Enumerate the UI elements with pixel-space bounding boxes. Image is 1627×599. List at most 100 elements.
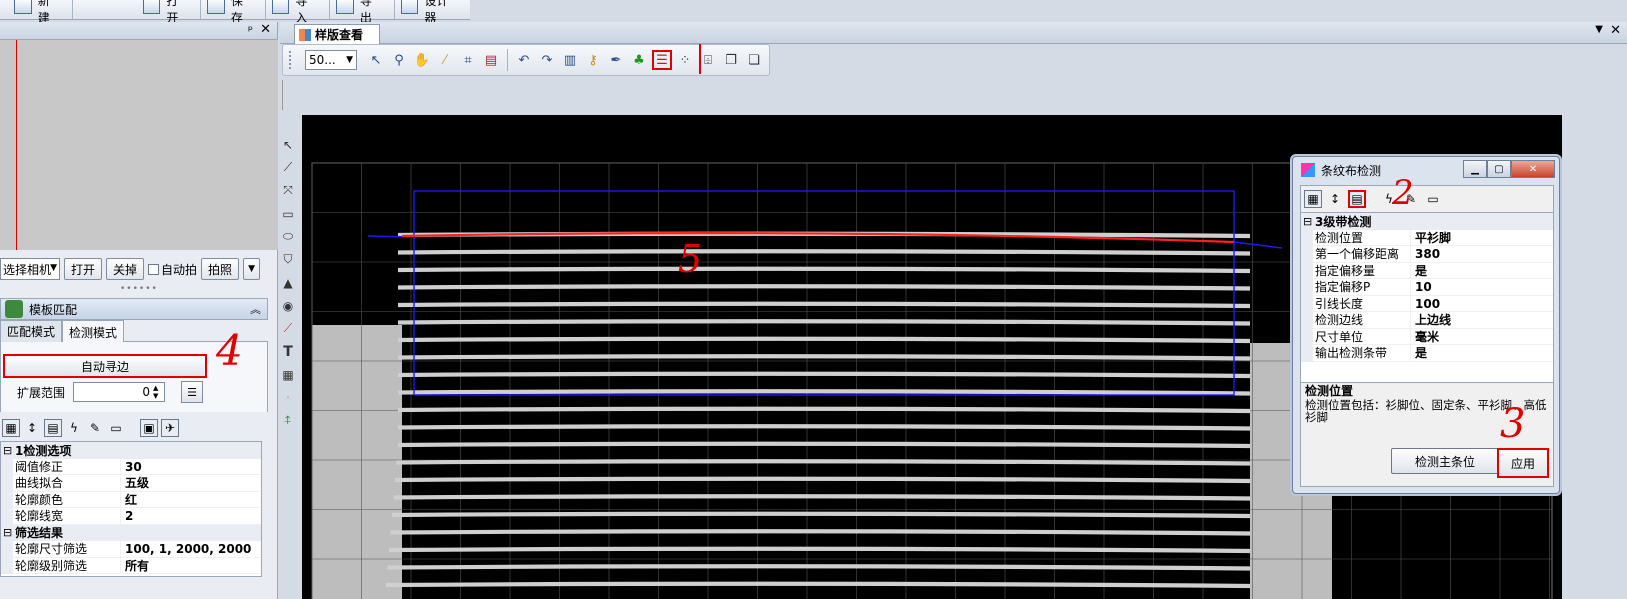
grid-dots-icon[interactable]: ⁘ [675, 50, 695, 70]
wrench-icon[interactable]: ✎ [86, 419, 104, 437]
apply-button[interactable]: 应用 [1497, 448, 1549, 478]
ellipse-icon[interactable]: ⬭ [279, 228, 297, 245]
expand-range-input[interactable]: 0 [73, 382, 165, 402]
property-value[interactable]: 100, 1, 2000, 2000 [121, 541, 261, 558]
undo-icon[interactable]: ↶ [514, 50, 534, 70]
pen-icon[interactable]: ✒ [606, 50, 626, 70]
collapse-icon[interactable]: ⊟ [3, 444, 13, 457]
designer-button[interactable]: 设计器 [395, 0, 470, 25]
pin-config-icon[interactable]: ✈ [161, 419, 179, 437]
camera-select[interactable]: 选择相机 ▼ [0, 258, 60, 280]
camera-close-button[interactable]: 关掉 [106, 258, 145, 280]
properties-icon[interactable]: ▤ [44, 419, 62, 437]
save-button[interactable]: 保存 [201, 0, 266, 25]
property-row[interactable]: 尺寸单位 毫米 [1301, 328, 1553, 345]
export-button[interactable]: 导出 [330, 0, 395, 25]
stripe-detect-icon[interactable]: ☰ [652, 50, 672, 70]
dialog-titlebar[interactable]: 条纹布检测 ▁ ▢ ✕ [1293, 157, 1559, 183]
property-value[interactable]: 380 [1411, 246, 1553, 263]
property-value[interactable]: 上边线 [1411, 312, 1553, 329]
splitter-grip[interactable]: •••••• [120, 284, 158, 294]
category-stripe-detect[interactable]: ⊟ 3级带检测 [1301, 213, 1553, 230]
property-row[interactable]: 检测边线 上边线 [1301, 312, 1553, 329]
zoom-select[interactable]: 50... ▼ [305, 50, 357, 70]
property-row[interactable]: 阈值修正 30 [1, 458, 261, 475]
property-row[interactable]: 曲线拟合 五级 [1, 475, 261, 492]
property-value[interactable]: 10 [1411, 279, 1553, 296]
property-row[interactable]: 轮廓颜色红 [1, 491, 261, 508]
close-icon[interactable]: ✕ [260, 22, 271, 37]
node-icon[interactable]: ⍏ [279, 412, 297, 429]
measure-icon[interactable]: ⁄ [435, 50, 455, 70]
export-image-icon[interactable]: ❏ [744, 50, 764, 70]
pin-icon[interactable]: ᵖ [248, 23, 253, 37]
category-filter-results[interactable]: ⊟ 筛选结果 [1, 524, 261, 541]
auto-edge-button[interactable]: 自动寻边 [3, 354, 207, 378]
property-value[interactable]: 所有 [121, 558, 261, 574]
close-document-icon[interactable]: ✕ [1610, 23, 1621, 38]
pages-icon[interactable]: ▭ [107, 419, 125, 437]
events-icon[interactable]: ϟ [65, 419, 83, 437]
tab-list-dropdown-icon[interactable]: ▼ [1595, 24, 1603, 35]
tab-sample-view[interactable]: 样版查看 [294, 24, 380, 44]
collapse-chevron-icon[interactable]: ︽ [250, 301, 261, 317]
clear-icon[interactable]: ▤ [481, 50, 501, 70]
new-button[interactable]: 新建 [0, 0, 73, 25]
copy-image-icon[interactable]: ❐ [721, 50, 741, 70]
zoom-icon[interactable]: ⚲ [389, 50, 409, 70]
camera-open-button[interactable]: 打开 [64, 258, 103, 280]
small-marker-icon[interactable]: · [279, 389, 297, 406]
property-value[interactable]: 100 [1411, 296, 1553, 312]
camera-menu-button[interactable]: ▼ [243, 258, 260, 280]
checkbox-box[interactable] [148, 263, 160, 275]
property-value[interactable]: 平衫脚 [1411, 230, 1553, 246]
save-icon[interactable]: ▣ [140, 419, 158, 437]
tab-detect-mode[interactable]: 检测模式 [62, 320, 125, 343]
minimize-button[interactable]: ▁ [1463, 160, 1487, 178]
property-value[interactable]: 30 [121, 459, 261, 475]
property-row[interactable]: 轮廓级别筛选 所有 [1, 557, 261, 574]
pan-hand-icon[interactable]: ✋ [412, 50, 432, 70]
property-row[interactable]: 轮廓线宽 2 [1, 508, 261, 525]
toolbar-grip[interactable] [289, 51, 292, 69]
rectangle-icon[interactable]: ▭ [279, 205, 297, 222]
property-row[interactable]: 轮廓尺寸筛选 100, 1, 2000, 2000 [1, 541, 261, 558]
pointer-icon[interactable]: ↖ [366, 50, 386, 70]
property-row[interactable]: 输出检测条带是 [1301, 345, 1553, 362]
key-icon[interactable]: ⚷ [583, 50, 603, 70]
property-value[interactable]: 2 [121, 508, 261, 525]
open-button[interactable]: 打开 [73, 0, 202, 25]
polyline-icon[interactable]: ⟋ [279, 159, 297, 176]
category-detect-options[interactable]: ⊟ 1检测选项 [1, 442, 261, 459]
detect-main-stripe-button[interactable]: 检测主条位 [1391, 448, 1499, 474]
fill-icon[interactable]: ⛉ [279, 251, 297, 268]
text-tool-icon[interactable]: T [279, 343, 297, 360]
properties-icon[interactable]: ▤ [1348, 190, 1366, 208]
property-row[interactable]: 指定偏移P 10 [1301, 279, 1553, 296]
spinner-arrows-icon[interactable]: ▲ ▼ [153, 384, 158, 400]
property-row[interactable]: 指定偏移量是 [1301, 262, 1553, 279]
target-icon[interactable]: ◉ [279, 297, 297, 314]
property-row[interactable]: 第一个偏移距离 380 [1301, 246, 1553, 263]
pages-icon[interactable]: ▭ [1424, 190, 1442, 208]
property-value[interactable]: 是 [1411, 345, 1553, 362]
categorized-icon[interactable]: ▦ [2, 419, 20, 437]
crop-icon[interactable]: ⌗ [458, 50, 478, 70]
green-marker-icon[interactable]: ♣ [629, 50, 649, 70]
scan-region-icon[interactable]: ⌹ [698, 50, 718, 70]
collapse-icon[interactable]: ⊟ [3, 526, 13, 539]
filter-button[interactable]: ☰ [181, 381, 203, 403]
paste-icon[interactable]: ▥ [560, 50, 580, 70]
triangle-icon[interactable]: ▲ [279, 274, 297, 291]
auto-shoot-checkbox[interactable]: 自动拍 [148, 261, 197, 278]
bezier-icon[interactable]: ⤧ [279, 182, 297, 199]
sort-alpha-icon[interactable]: ↕ [1326, 190, 1344, 208]
categorized-icon[interactable]: ▦ [1304, 190, 1322, 208]
import-button[interactable]: 导入 [266, 0, 331, 25]
property-row[interactable]: 引线长度 100 [1301, 295, 1553, 312]
property-row[interactable]: 检测位置 平衫脚 [1301, 229, 1553, 246]
property-value[interactable]: 五级 [121, 475, 261, 492]
line-icon[interactable]: ⟋ [279, 320, 297, 337]
collapse-icon[interactable]: ⊟ [1303, 215, 1313, 228]
redo-icon[interactable]: ↷ [537, 50, 557, 70]
